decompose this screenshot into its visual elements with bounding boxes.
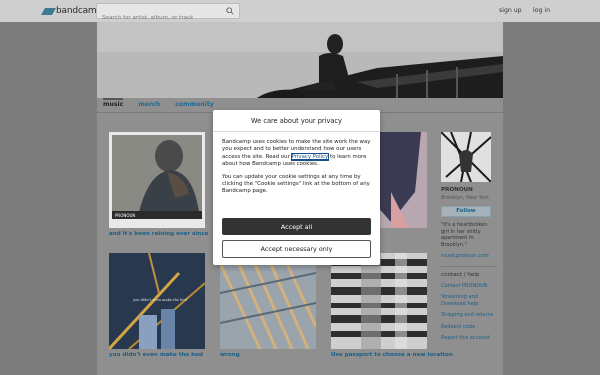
dialog-paragraph-2: You can update your cookie settings at a… (222, 173, 370, 195)
album-art[interactable] (331, 253, 427, 349)
album-title[interactable]: and it's been raining ever since (109, 231, 208, 238)
shipping-returns-link[interactable]: Shipping and returns (441, 312, 497, 319)
dialog-title: We care about your privacy (213, 110, 380, 132)
album-item[interactable]: PRONOUN and it's been raining ever since (109, 132, 208, 238)
artist-photo[interactable] (441, 132, 491, 182)
sign-up-link[interactable]: sign up (499, 7, 522, 14)
artist-banner (97, 22, 503, 98)
album-art[interactable]: you didn't even make the bed (109, 253, 205, 349)
report-account-link[interactable]: Report this account (441, 335, 497, 342)
album-item[interactable]: wrong (220, 253, 316, 359)
redeem-code-link[interactable]: Redeem code (441, 324, 497, 331)
album-item[interactable]: Use passport to choose a new location (331, 253, 453, 359)
contact-artist-link[interactable]: Contact PRONOUN (441, 283, 497, 290)
dialog-paragraph-1: Bandcamp uses cookies to make the site w… (222, 139, 371, 169)
artist-sidebar: PRONOUN Brooklyn, New York Follow "It's … (441, 132, 497, 342)
artist-website-link[interactable]: musicpronoun.com (441, 253, 497, 260)
album-art[interactable]: PRONOUN (109, 132, 205, 228)
bandcamp-logo[interactable]: bandcamp (40, 5, 102, 17)
search-box (96, 3, 240, 25)
tab-community[interactable]: community (175, 98, 214, 112)
privacy-policy-link[interactable]: Privacy Policy (290, 152, 330, 161)
privacy-dialog: We care about your privacy Bandcamp uses… (213, 110, 380, 265)
album-art-label: PRONOUN (115, 213, 135, 218)
dialog-body: Bandcamp uses cookies to make the site w… (213, 132, 380, 196)
album-item[interactable]: you didn't even make the bed you didn't … (109, 253, 205, 359)
artist-location: Brooklyn, New York (441, 195, 489, 201)
album-title[interactable]: Use passport to choose a new location (331, 352, 453, 359)
search-icon[interactable] (226, 7, 234, 15)
album-art[interactable] (220, 253, 316, 349)
album-title[interactable]: you didn't even make the bed (109, 352, 205, 359)
tab-music[interactable]: music (103, 98, 124, 112)
album-title[interactable]: wrong (220, 352, 316, 359)
log-in-link[interactable]: log in (533, 7, 550, 14)
contact-help-heading: contact / help (441, 265, 497, 278)
streaming-help-link[interactable]: Streaming and Download help (441, 294, 497, 307)
album-art-caption: you didn't even make the bed (132, 298, 187, 302)
top-bar: bandcamp sign up log in (0, 0, 600, 25)
accept-all-button[interactable]: Accept all (222, 218, 371, 235)
follow-button[interactable]: Follow (441, 206, 491, 217)
tab-merch[interactable]: merch (138, 98, 160, 112)
artist-name[interactable]: PRONOUN (441, 187, 497, 193)
page-tabs: music merch community (103, 98, 229, 112)
bandcamp-logo-icon (40, 7, 57, 15)
accept-necessary-button[interactable]: Accept necessary only (222, 240, 371, 258)
artist-bio: "It's a heartbroken girl in her shitty a… (441, 222, 488, 248)
